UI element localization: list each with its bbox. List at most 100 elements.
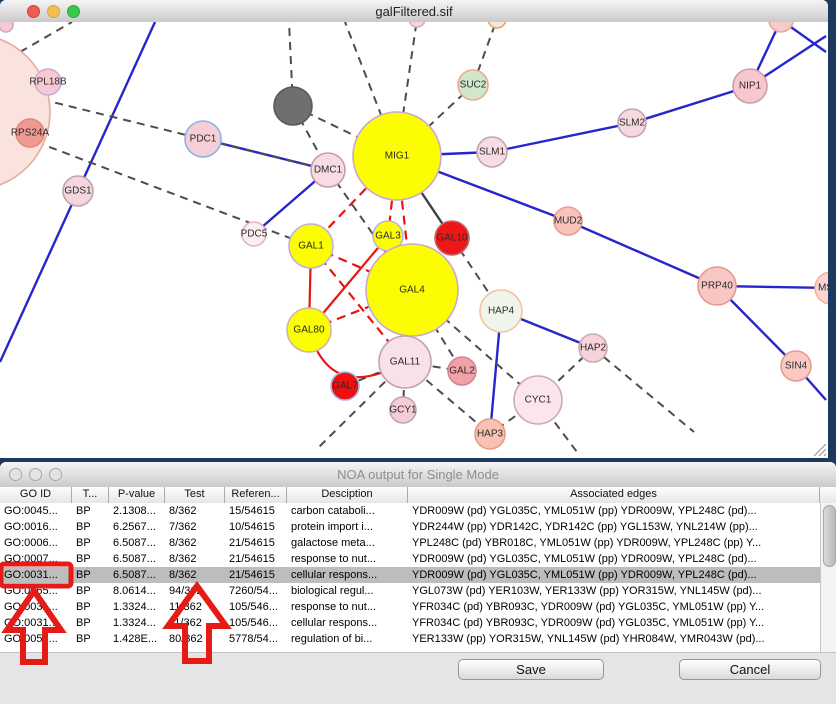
- node-label-PRP40: PRP40: [701, 281, 733, 292]
- noa-window-titlebar: NOA output for Single Mode: [0, 462, 836, 488]
- table-cell: YDR009W (pd) YGL035C, YML051W (pp) YDR00…: [408, 503, 820, 519]
- column-header-6[interactable]: Associated edges: [408, 487, 820, 503]
- node-label-GDS1: GDS1: [64, 186, 92, 197]
- table-cell: response to nut...: [287, 551, 408, 567]
- table-cell: 80/362: [165, 631, 225, 647]
- table-cell: BP: [72, 567, 109, 583]
- button-panel: Save Cancel: [0, 652, 836, 704]
- node-label-MSL1: MSL1: [818, 283, 828, 294]
- table-row[interactable]: GO:0007...BP6.5087...8/36221/54615respon…: [0, 551, 820, 567]
- table-cell: response to nut...: [287, 599, 408, 615]
- node-label-HAP2: HAP2: [580, 343, 607, 354]
- table-cell: 6.5087...: [109, 551, 165, 567]
- table-cell: GO:0031...: [0, 599, 72, 615]
- table-cell: GO:0006...: [0, 535, 72, 551]
- column-header-3[interactable]: Test: [165, 487, 225, 503]
- table-cell: BP: [72, 583, 109, 599]
- column-header-1[interactable]: T...: [72, 487, 109, 503]
- table-cell: 94/362: [165, 583, 225, 599]
- node-label-PDC1: PDC1: [190, 134, 217, 145]
- table-cell: YFR034C (pd) YBR093C, YDR009W (pd) YGL03…: [408, 599, 820, 615]
- table-cell: GO:0031...: [0, 567, 72, 583]
- table-cell: YER133W (pp) YOR315W, YNL145W (pd) YHR08…: [408, 631, 820, 647]
- noa-output-window: NOA output for Single Mode GO IDT...P-va…: [0, 462, 836, 704]
- table-cell: 21/54615: [225, 535, 287, 551]
- table-cell: YDR244W (pp) YDR142C, YDR142C (pp) YGL15…: [408, 519, 820, 535]
- table-row[interactable]: GO:0031...BP1.3324...11/362105/546...res…: [0, 599, 820, 615]
- node-CORNER[interactable]: [0, 22, 13, 32]
- node-label-HAP4: HAP4: [488, 306, 515, 317]
- table-cell: YGL073W (pd) YER103W, YER133W (pp) YOR31…: [408, 583, 820, 599]
- table-cell: 8/362: [165, 567, 225, 583]
- table-row[interactable]: GO:0050...BP1.428E...80/3625778/54...reg…: [0, 631, 820, 647]
- table-row[interactable]: GO:0016...BP6.2567...7/36210/54615protei…: [0, 519, 820, 535]
- table-cell: BP: [72, 519, 109, 535]
- resize-grip-icon[interactable]: [813, 443, 827, 457]
- table-cell: 10/54615: [225, 519, 287, 535]
- table-row[interactable]: GO:0031...BP1.3324...11/362105/546...cel…: [0, 615, 820, 631]
- table-cell: YDR009W (pd) YGL035C, YML051W (pp) YDR00…: [408, 551, 820, 567]
- vertical-scrollbar[interactable]: [820, 503, 836, 652]
- table-cell: GO:0050...: [0, 631, 72, 647]
- node-label-GAL7: GAL7: [332, 381, 358, 392]
- table-cell: BP: [72, 631, 109, 647]
- table-cell: BP: [72, 551, 109, 567]
- save-button[interactable]: Save: [458, 659, 604, 680]
- table-cell: GO:0007...: [0, 551, 72, 567]
- table-row[interactable]: GO:0045...BP2.1308...8/36215/54615carbon…: [0, 503, 820, 519]
- table-cell: GO:0031...: [0, 615, 72, 631]
- window-title: galFiltered.sif: [0, 4, 828, 19]
- node-label-GAL80: GAL80: [293, 325, 325, 336]
- table-cell: 8/362: [165, 535, 225, 551]
- node-label-CYC1: CYC1: [525, 395, 552, 406]
- node-label-HAP3: HAP3: [477, 429, 504, 440]
- node-CN1[interactable]: [409, 22, 425, 27]
- network-edge: [20, 22, 72, 52]
- table-cell: BP: [72, 503, 109, 519]
- screen: { "network_window": { "title": "galFilte…: [0, 0, 836, 704]
- table-cell: 6.2567...: [109, 519, 165, 535]
- table-cell: 7260/54...: [225, 583, 287, 599]
- table-cell: 8.0614...: [109, 583, 165, 599]
- table-header-row: GO IDT...P-valueTestReferen...Desciption…: [0, 487, 836, 504]
- node-label-DMC1: DMC1: [314, 165, 343, 176]
- table-body: GO:0045...BP2.1308...8/36215/54615carbon…: [0, 503, 820, 652]
- table-cell: 1.3324...: [109, 599, 165, 615]
- node-label-SLM1: SLM1: [479, 147, 506, 158]
- node-label-GAL1: GAL1: [298, 241, 324, 252]
- node-label-GAL3: GAL3: [375, 231, 401, 242]
- scrollbar-thumb[interactable]: [823, 505, 836, 567]
- table-cell: GO:0045...: [0, 503, 72, 519]
- table-cell: 7/362: [165, 519, 225, 535]
- table-row[interactable]: GO:0006...BP6.5087...8/36221/54615galact…: [0, 535, 820, 551]
- node-CN2[interactable]: [488, 22, 506, 28]
- table-cell: 6.5087...: [109, 535, 165, 551]
- node-label-NIP1: NIP1: [739, 81, 762, 92]
- table-cell: 1.428E...: [109, 631, 165, 647]
- column-header-5[interactable]: Desciption: [287, 487, 408, 503]
- column-header-4[interactable]: Referen...: [225, 487, 287, 503]
- cancel-button[interactable]: Cancel: [679, 659, 821, 680]
- table-row[interactable]: GO:0031...BP6.5087...8/36221/54615cellul…: [0, 567, 820, 583]
- table-cell: carbon cataboli...: [287, 503, 408, 519]
- node-label-GAL4: GAL4: [399, 285, 425, 296]
- node-CN3[interactable]: [769, 22, 793, 32]
- table-cell: 2.1308...: [109, 503, 165, 519]
- node-label-PDC5: PDC5: [241, 229, 268, 240]
- table-cell: regulation of bi...: [287, 631, 408, 647]
- network-canvas[interactable]: RPL18BRPS24AGDS1PDC1PDC5DMC1MIG1SLM1SUC2…: [0, 22, 828, 458]
- table-cell: 5778/54...: [225, 631, 287, 647]
- node-DARK[interactable]: [274, 87, 312, 125]
- table-cell: 15/54615: [225, 503, 287, 519]
- node-BIGL[interactable]: [0, 34, 50, 190]
- table-cell: galactose meta...: [287, 535, 408, 551]
- table-row[interactable]: GO:0065...BP8.0614...94/3627260/54...bio…: [0, 583, 820, 599]
- column-header-2[interactable]: P-value: [109, 487, 165, 503]
- table-cell: cellular respons...: [287, 567, 408, 583]
- network-window-titlebar: galFiltered.sif: [0, 0, 828, 23]
- table-cell: 11/362: [165, 615, 225, 631]
- node-label-SLM2: SLM2: [619, 118, 646, 129]
- column-header-0[interactable]: GO ID: [0, 487, 72, 503]
- table-cell: 105/546...: [225, 615, 287, 631]
- node-label-GCY1: GCY1: [389, 405, 417, 416]
